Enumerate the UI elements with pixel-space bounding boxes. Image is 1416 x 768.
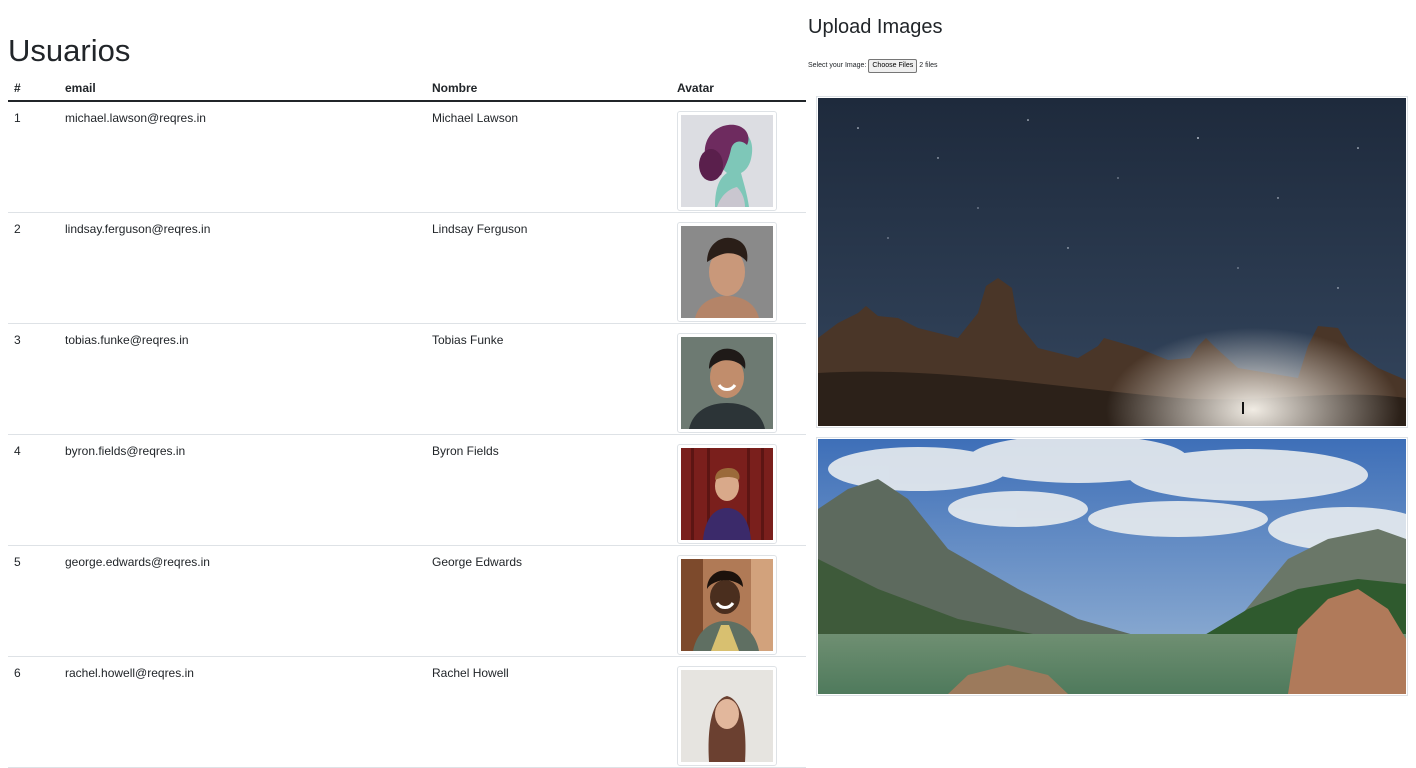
avatar: [677, 666, 777, 766]
table-row: 5 george.edwards@reqres.in George Edward…: [8, 545, 806, 657]
user-id: 6: [8, 656, 59, 768]
user-email: rachel.howell@reqres.in: [59, 656, 426, 768]
file-count-status: 2 files: [919, 62, 938, 69]
night-desert-photo: [818, 98, 1406, 426]
uploaded-image-1: [816, 96, 1408, 428]
user-name: Lindsay Ferguson: [426, 212, 671, 324]
user-name: Tobias Funke: [426, 323, 671, 435]
avatar-rachel-howell-image: [681, 670, 773, 762]
avatar: [677, 222, 777, 322]
file-input-label: Select your Image:: [808, 62, 867, 69]
table-header-row: # email Nombre Avatar: [8, 76, 806, 102]
upload-title: Upload Images: [808, 16, 943, 38]
user-avatar-cell: [671, 101, 806, 213]
user-email: michael.lawson@reqres.in: [59, 101, 426, 213]
column-header-number: #: [8, 76, 59, 102]
table-row: 2 lindsay.ferguson@reqres.in Lindsay Fer…: [8, 212, 806, 324]
user-name: Rachel Howell: [426, 656, 671, 768]
table-row: 6 rachel.howell@reqres.in Rachel Howell: [8, 656, 806, 768]
column-header-name: Nombre: [426, 76, 671, 102]
user-email: tobias.funke@reqres.in: [59, 323, 426, 435]
user-avatar-cell: [671, 434, 806, 546]
table-row: 1 michael.lawson@reqres.in Michael Lawso…: [8, 101, 806, 213]
avatar: [677, 333, 777, 433]
avatar-lindsay-ferguson-image: [681, 226, 773, 318]
avatar: [677, 111, 777, 211]
avatar-george-edwards-image: [681, 559, 773, 651]
user-name: Michael Lawson: [426, 101, 671, 213]
users-table: # email Nombre Avatar 1 michael.lawson@r…: [8, 76, 806, 768]
avatar-tobias-funke-image: [681, 337, 773, 429]
column-header-avatar: Avatar: [671, 76, 806, 102]
user-id: 4: [8, 434, 59, 546]
user-id: 2: [8, 212, 59, 324]
avatar: [677, 555, 777, 655]
user-email: george.edwards@reqres.in: [59, 545, 426, 657]
user-id: 3: [8, 323, 59, 435]
user-name: Byron Fields: [426, 434, 671, 546]
user-email: byron.fields@reqres.in: [59, 434, 426, 546]
table-row: 3 tobias.funke@reqres.in Tobias Funke: [8, 323, 806, 435]
page-title: Usuarios: [8, 33, 131, 68]
user-avatar-cell: [671, 545, 806, 657]
uploaded-image-2: [816, 437, 1408, 696]
table-row: 4 byron.fields@reqres.in Byron Fields: [8, 434, 806, 546]
file-input-row: Select your Image: Choose Files 2 files: [808, 59, 938, 73]
column-header-email: email: [59, 76, 426, 102]
avatar-byron-fields-image: [681, 448, 773, 540]
avatar: [677, 444, 777, 544]
user-avatar-cell: [671, 656, 806, 768]
user-name: George Edwards: [426, 545, 671, 657]
user-avatar-cell: [671, 212, 806, 324]
user-avatar-cell: [671, 323, 806, 435]
user-id: 1: [8, 101, 59, 213]
mountain-lake-photo: [818, 439, 1406, 694]
user-id: 5: [8, 545, 59, 657]
user-email: lindsay.ferguson@reqres.in: [59, 212, 426, 324]
choose-files-button[interactable]: Choose Files: [868, 59, 918, 73]
avatar-michael-lawson-image: [681, 115, 773, 207]
